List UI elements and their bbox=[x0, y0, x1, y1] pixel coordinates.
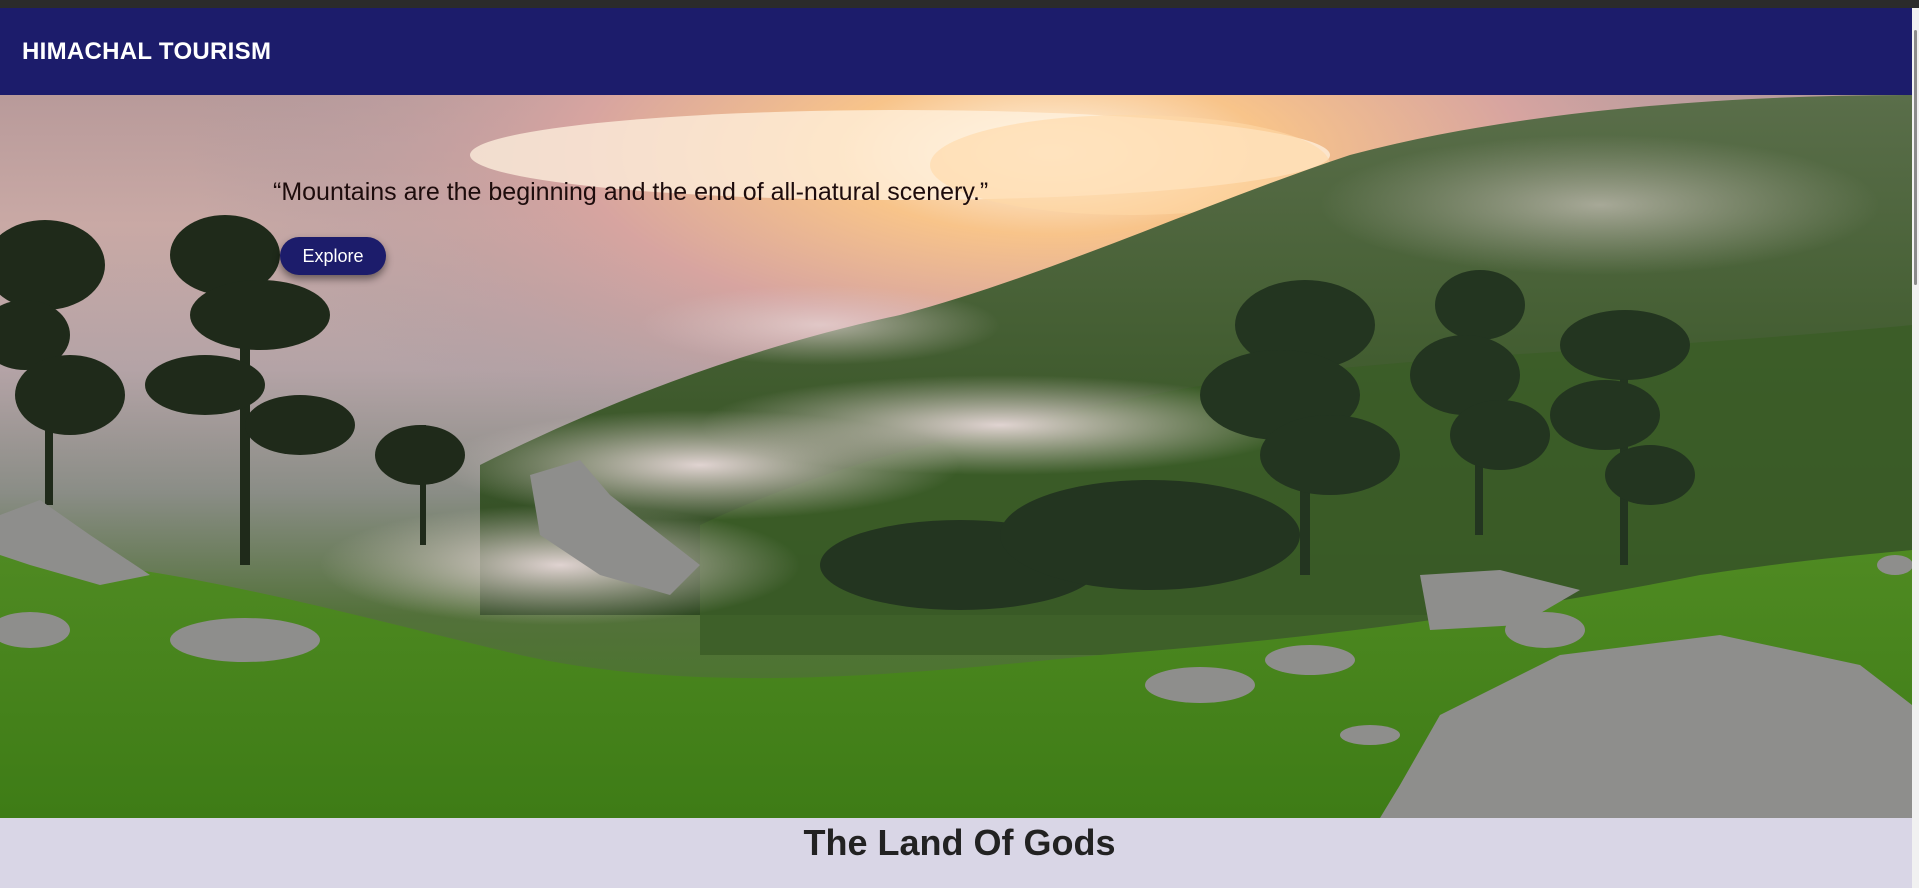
intro-section: The Land Of Gods bbox=[0, 818, 1919, 888]
explore-button[interactable]: Explore bbox=[280, 237, 386, 275]
hero-banner: “Mountains are the beginning and the end… bbox=[0, 95, 1912, 818]
page-scrollbar-thumb[interactable] bbox=[1914, 30, 1917, 285]
hero-quote: “Mountains are the beginning and the end… bbox=[273, 178, 989, 206]
browser-top-strip bbox=[0, 0, 1919, 8]
site-brand[interactable]: HIMACHAL TOURISM bbox=[22, 38, 271, 66]
navbar: HIMACHAL TOURISM bbox=[0, 8, 1912, 95]
section-heading: The Land Of Gods bbox=[803, 822, 1116, 863]
